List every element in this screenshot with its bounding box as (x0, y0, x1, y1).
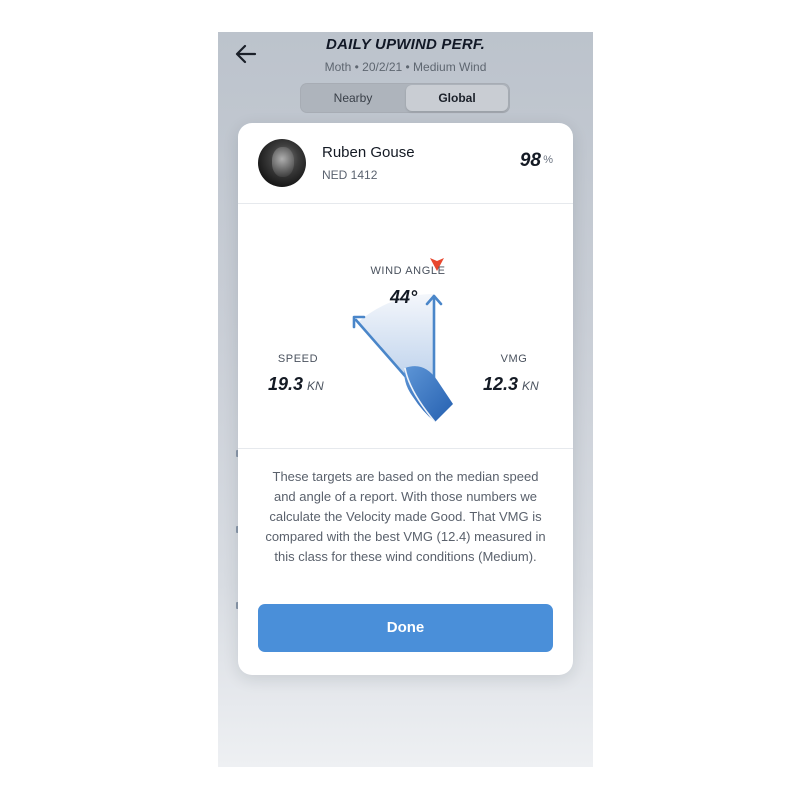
vmg-label: VMG (500, 353, 528, 365)
tab-global[interactable]: Global (406, 85, 508, 111)
page-subtitle: Moth • 20/2/21 • Medium Wind (324, 60, 487, 74)
divider (238, 448, 573, 449)
vmg-value: 12.3 (483, 374, 519, 394)
explanation-text: These targets are based on the median sp… (265, 469, 546, 564)
done-button[interactable]: Done (258, 604, 553, 652)
performance-modal: Ruben Gouse NED 1412 98 % WIND ANGLE 44°… (238, 123, 573, 675)
speed-label: SPEED (277, 353, 319, 365)
speed-value: 19.3 (268, 374, 304, 394)
segmented-control: Nearby Global (300, 83, 510, 113)
speed-readout: 19.3 KN (268, 374, 324, 395)
wind-angle-value: 44° (390, 287, 418, 307)
speed-unit: KN (307, 379, 324, 393)
vmg-readout: 12.3 KN (483, 374, 539, 395)
vmg-unit: KN (522, 379, 539, 393)
wind-angle-label: WIND ANGLE (370, 265, 446, 277)
app-screen: DAILY UPWIND PERF. Moth • 20/2/21 • Medi… (218, 32, 593, 767)
tab-nearby[interactable]: Nearby (302, 85, 404, 111)
page-title: DAILY UPWIND PERF. (326, 36, 485, 53)
